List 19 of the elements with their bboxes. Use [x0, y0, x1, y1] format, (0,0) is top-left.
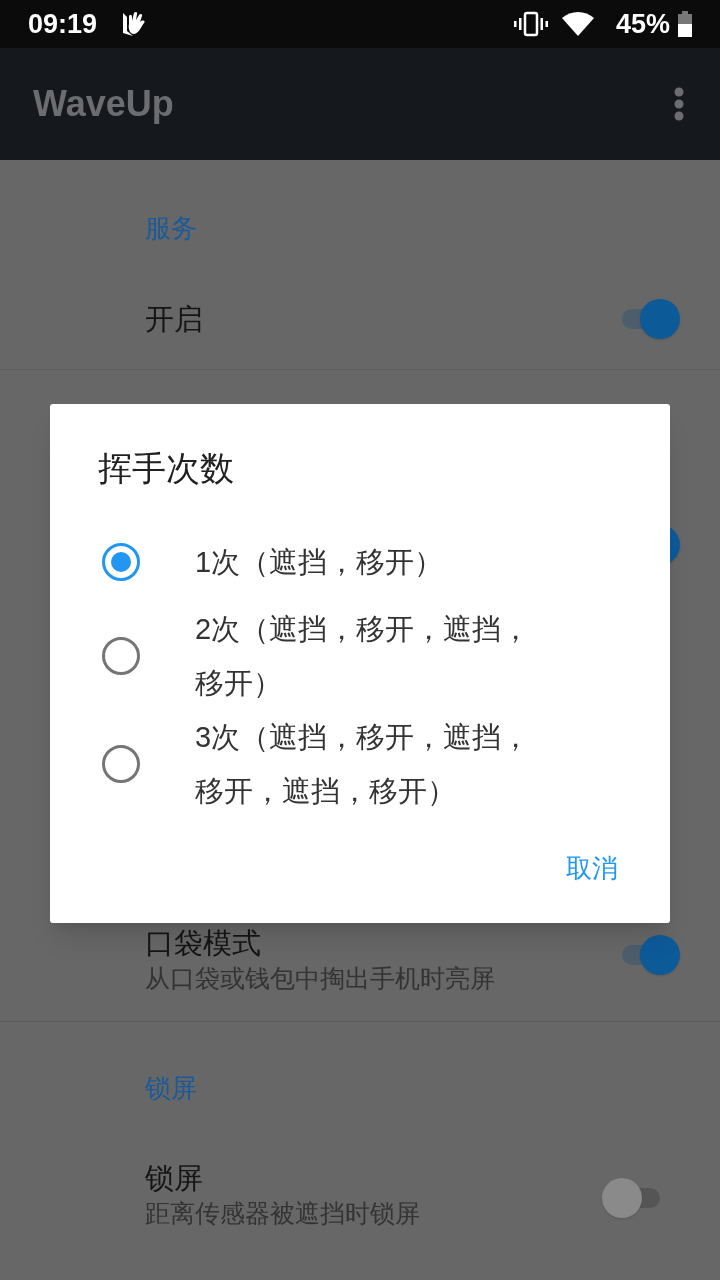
radio-button[interactable] [102, 745, 140, 783]
dialog-title: 挥手次数 [98, 449, 234, 487]
setting-title: 开启 [145, 301, 204, 337]
app-title: WaveUp [33, 82, 175, 126]
setting-title: 口袋模式 [145, 926, 262, 961]
option-label[interactable]: 1次（遮挡，移开） [195, 535, 545, 589]
battery-icon [678, 11, 692, 37]
section-header: 锁屏 [145, 1073, 197, 1103]
radio-button[interactable] [102, 637, 140, 675]
clock-time: 09:19 [28, 10, 98, 38]
more-options-icon[interactable] [674, 87, 684, 121]
battery-percent: 45% [615, 10, 670, 38]
option-label[interactable]: 3次（遮挡，移开，遮挡，移开，遮挡，移开） [195, 710, 545, 818]
vibrate-icon [513, 11, 548, 37]
option-label[interactable]: 2次（遮挡，移开，遮挡，移开） [195, 602, 545, 710]
wifi-icon [561, 12, 594, 36]
section-header: 服务 [145, 213, 197, 243]
setting-title: 锁屏 [145, 1161, 204, 1196]
radio-button[interactable] [102, 543, 140, 581]
